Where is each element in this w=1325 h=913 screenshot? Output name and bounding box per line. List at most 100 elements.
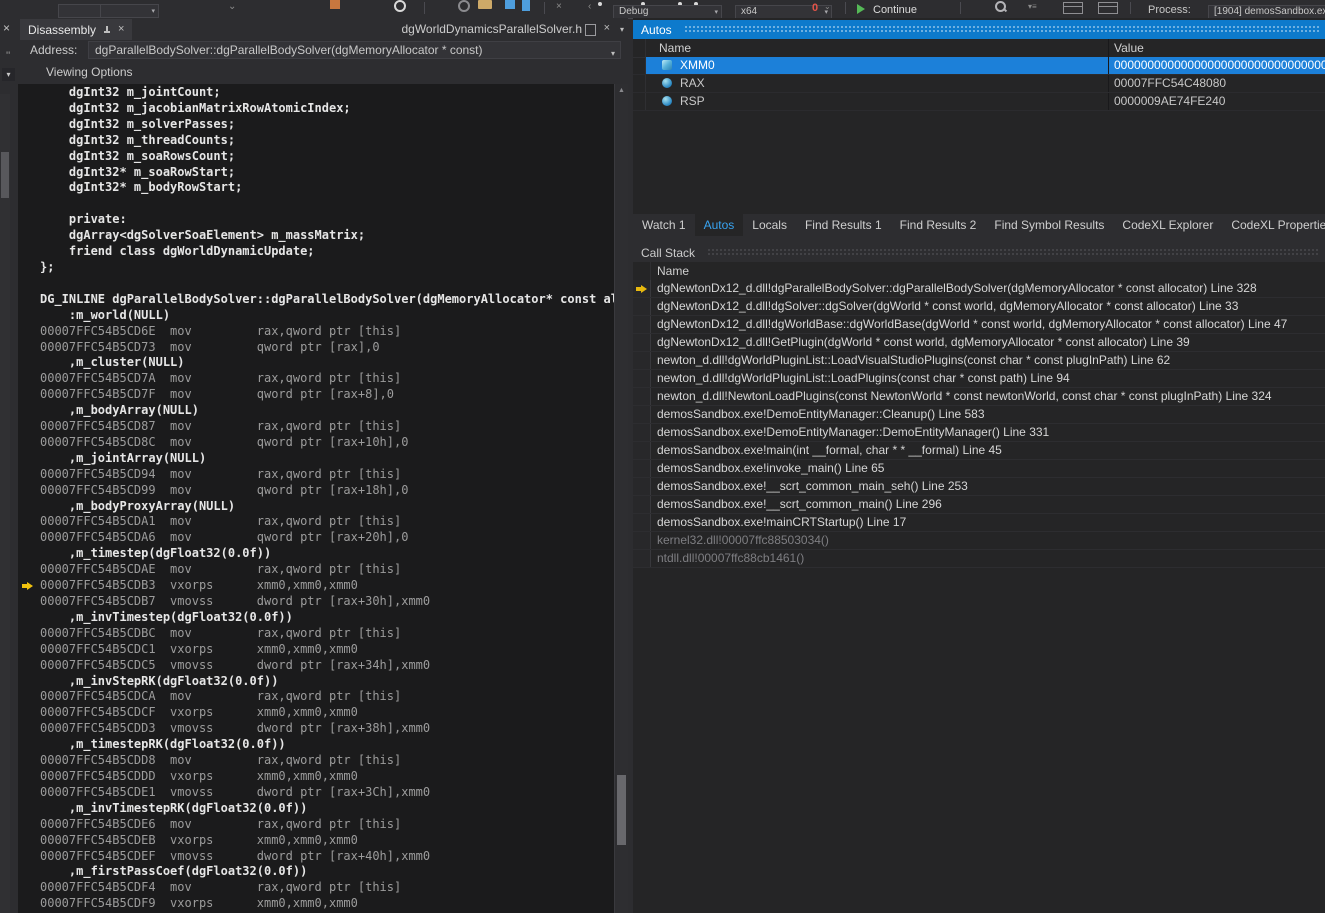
viewing-options-expander[interactable]: Viewing Options — [18, 60, 628, 84]
breakpoint-gutter[interactable] — [18, 483, 40, 499]
callstack-frame[interactable]: demosSandbox.exe!__scrt_common_main() Li… — [633, 496, 1325, 514]
asm-line[interactable]: 00007FFC54B5CD6E mov rax,qword ptr [this… — [18, 324, 615, 340]
callstack-frame[interactable]: dgNewtonDx12_d.dll!GetPlugin(dgWorld * c… — [633, 334, 1325, 352]
breakpoint-gutter[interactable] — [18, 117, 40, 133]
continue-button[interactable]: Continue — [873, 4, 917, 17]
breakpoint-gutter[interactable] — [18, 165, 40, 181]
pin-icon[interactable] — [103, 26, 111, 34]
callstack-column-header[interactable]: Name — [633, 262, 1325, 281]
frame-gutter[interactable] — [633, 442, 651, 459]
chevron-down-icon[interactable]: ▾≡ — [1028, 0, 1037, 14]
tool-tab-locals[interactable]: Locals — [743, 214, 796, 236]
toolbar-icon[interactable] — [598, 2, 602, 6]
breakpoint-gutter[interactable] — [18, 324, 40, 340]
frame-gutter[interactable] — [633, 352, 651, 369]
breakpoint-gutter[interactable] — [18, 546, 40, 562]
callstack-frame[interactable]: demosSandbox.exe!main(int __formal, char… — [633, 442, 1325, 460]
breakpoint-gutter[interactable] — [18, 689, 40, 705]
autos-title-bar[interactable]: Autos — [633, 20, 1325, 39]
left-scrollbar-thumb[interactable] — [1, 152, 9, 198]
callstack-frame[interactable]: kernel32.dll!00007ffc88503034() — [633, 532, 1325, 550]
frame-gutter[interactable] — [633, 550, 651, 567]
breakpoint-gutter[interactable] — [18, 403, 40, 419]
breakpoint-gutter[interactable] — [18, 260, 40, 276]
breakpoint-gutter[interactable] — [18, 276, 40, 292]
source-line[interactable]: ,m_firstPassCoef(dgFloat32(0.0f)) — [18, 864, 615, 880]
breakpoint-gutter[interactable] — [18, 610, 40, 626]
breakpoint-gutter[interactable] — [18, 435, 40, 451]
breakpoint-gutter[interactable] — [18, 514, 40, 530]
breakpoint-gutter[interactable] — [18, 769, 40, 785]
asm-line[interactable]: 00007FFC54B5CDEF vmovss dword ptr [rax+4… — [18, 849, 615, 865]
source-line[interactable]: :m_world(NULL) — [18, 308, 615, 324]
breakpoint-gutter[interactable] — [18, 499, 40, 515]
source-line[interactable]: dgInt32 m_solverPasses; — [18, 117, 615, 133]
asm-line[interactable]: 00007FFC54B5CD7F mov qword ptr [rax+8],0 — [18, 387, 615, 403]
breakpoint-gutter[interactable] — [18, 658, 40, 674]
breakpoint-gutter[interactable] — [18, 101, 40, 117]
frame-gutter[interactable] — [633, 280, 651, 297]
frame-gutter[interactable] — [633, 388, 651, 405]
autos-row[interactable]: RSP0000009AE74FE240 — [633, 93, 1325, 111]
toolbar-combo[interactable]: ▾ — [100, 4, 159, 18]
asm-line[interactable]: 00007FFC54B5CDC1 vxorps xmm0,xmm0,xmm0 — [18, 642, 615, 658]
vertical-scrollbar[interactable]: ▲ — [614, 84, 628, 913]
callstack-frame[interactable]: dgNewtonDx12_d.dll!dgParallelBodySolver:… — [633, 280, 1325, 298]
chevron-left-icon[interactable]: ‹ — [588, 0, 591, 14]
close-icon[interactable]: × — [118, 24, 124, 35]
callstack-frame[interactable]: demosSandbox.exe!mainCRTStartup() Line 1… — [633, 514, 1325, 532]
callstack-frame[interactable]: demosSandbox.exe!invoke_main() Line 65 — [633, 460, 1325, 478]
asm-line[interactable]: 00007FFC54B5CDEB vxorps xmm0,xmm0,xmm0 — [18, 833, 615, 849]
asm-line[interactable]: 00007FFC54B5CDF9 vxorps xmm0,xmm0,xmm0 — [18, 896, 615, 912]
chevron-down-icon[interactable]: ⌄ — [228, 0, 236, 14]
breakpoint-gutter[interactable] — [18, 355, 40, 371]
breakpoint-gutter[interactable] — [18, 244, 40, 260]
memory-window-icon[interactable] — [1063, 2, 1083, 14]
asm-line[interactable]: 00007FFC54B5CDE1 vmovss dword ptr [rax+3… — [18, 785, 615, 801]
asm-line[interactable]: 00007FFC54B5CDF4 mov rax,qword ptr [this… — [18, 880, 615, 896]
asm-line[interactable]: 00007FFC54B5CDA1 mov rax,qword ptr [this… — [18, 514, 615, 530]
process-combo[interactable]: [1904] demosSandbox.exe — [1208, 5, 1325, 19]
scrollbar-up-icon[interactable]: ▲ — [615, 87, 628, 95]
breakpoint-gutter[interactable] — [18, 419, 40, 435]
frame-gutter[interactable] — [633, 316, 651, 333]
breakpoint-gutter[interactable] — [18, 228, 40, 244]
breakpoint-gutter[interactable] — [18, 467, 40, 483]
close-icon[interactable]: × — [3, 22, 10, 34]
asm-line[interactable]: 00007FFC54B5CDB3 vxorps xmm0,xmm0,xmm0 — [18, 578, 615, 594]
callstack-frame[interactable]: newton_d.dll!dgWorldPluginList::LoadVisu… — [633, 352, 1325, 370]
source-line[interactable]: dgInt32 m_jacobianMatrixRowAtomicIndex; — [18, 101, 615, 117]
scrollbar-thumb[interactable] — [617, 775, 626, 845]
tab-dgworlddynamicsparallelsolver[interactable]: dgWorldDynamicsParallelSolver.h — [401, 18, 582, 40]
stop-icon[interactable] — [330, 0, 340, 9]
breakpoint-gutter[interactable] — [18, 642, 40, 658]
breakpoint-gutter[interactable] — [18, 737, 40, 753]
close-icon[interactable]: × — [604, 23, 610, 34]
asm-line[interactable]: 00007FFC54B5CDD3 vmovss dword ptr [rax+3… — [18, 721, 615, 737]
source-line[interactable]: dgArray<dgSolverSoaElement> m_massMatrix… — [18, 228, 615, 244]
breakpoint-gutter[interactable] — [18, 594, 40, 610]
source-line[interactable]: dgInt32* m_bodyRowStart; — [18, 180, 615, 196]
chevron-down-icon[interactable]: ⌄ — [824, 0, 831, 14]
continue-play-icon[interactable] — [857, 4, 870, 14]
breakpoint-gutter[interactable] — [18, 880, 40, 896]
breakpoint-gutter[interactable] — [18, 212, 40, 228]
column-divider[interactable] — [1108, 39, 1109, 57]
source-line[interactable]: ,m_invTimestepRK(dgFloat32(0.0f)) — [18, 801, 615, 817]
column-value[interactable]: Value — [1114, 39, 1144, 57]
source-line[interactable]: ,m_timestepRK(dgFloat32(0.0f)) — [18, 737, 615, 753]
source-line[interactable]: dgInt32 m_jointCount; — [18, 85, 615, 101]
callstack-frame[interactable]: dgNewtonDx12_d.dll!dgSolver::dgSolver(dg… — [633, 298, 1325, 316]
source-line[interactable]: ,m_cluster(NULL) — [18, 355, 615, 371]
asm-line[interactable]: 00007FFC54B5CD73 mov qword ptr [rax],0 — [18, 340, 615, 356]
asm-line[interactable]: 00007FFC54B5CDCF vxorps xmm0,xmm0,xmm0 — [18, 705, 615, 721]
chevron-down-icon[interactable]: ▾ — [2, 68, 15, 81]
chevron-down-icon[interactable]: ▾ — [611, 46, 615, 59]
source-line[interactable]: dgInt32* m_soaRowStart; — [18, 165, 615, 181]
asm-line[interactable]: 00007FFC54B5CDA6 mov qword ptr [rax+20h]… — [18, 530, 615, 546]
breakpoint-gutter[interactable] — [18, 308, 40, 324]
asm-line[interactable]: 00007FFC54B5CDCA mov rax,qword ptr [this… — [18, 689, 615, 705]
autos-row[interactable]: XMM000000000000000000000000000000000 — [633, 57, 1325, 75]
breakpoint-gutter[interactable] — [18, 180, 40, 196]
callstack-frame[interactable]: newton_d.dll!dgWorldPluginList::LoadPlug… — [633, 370, 1325, 388]
